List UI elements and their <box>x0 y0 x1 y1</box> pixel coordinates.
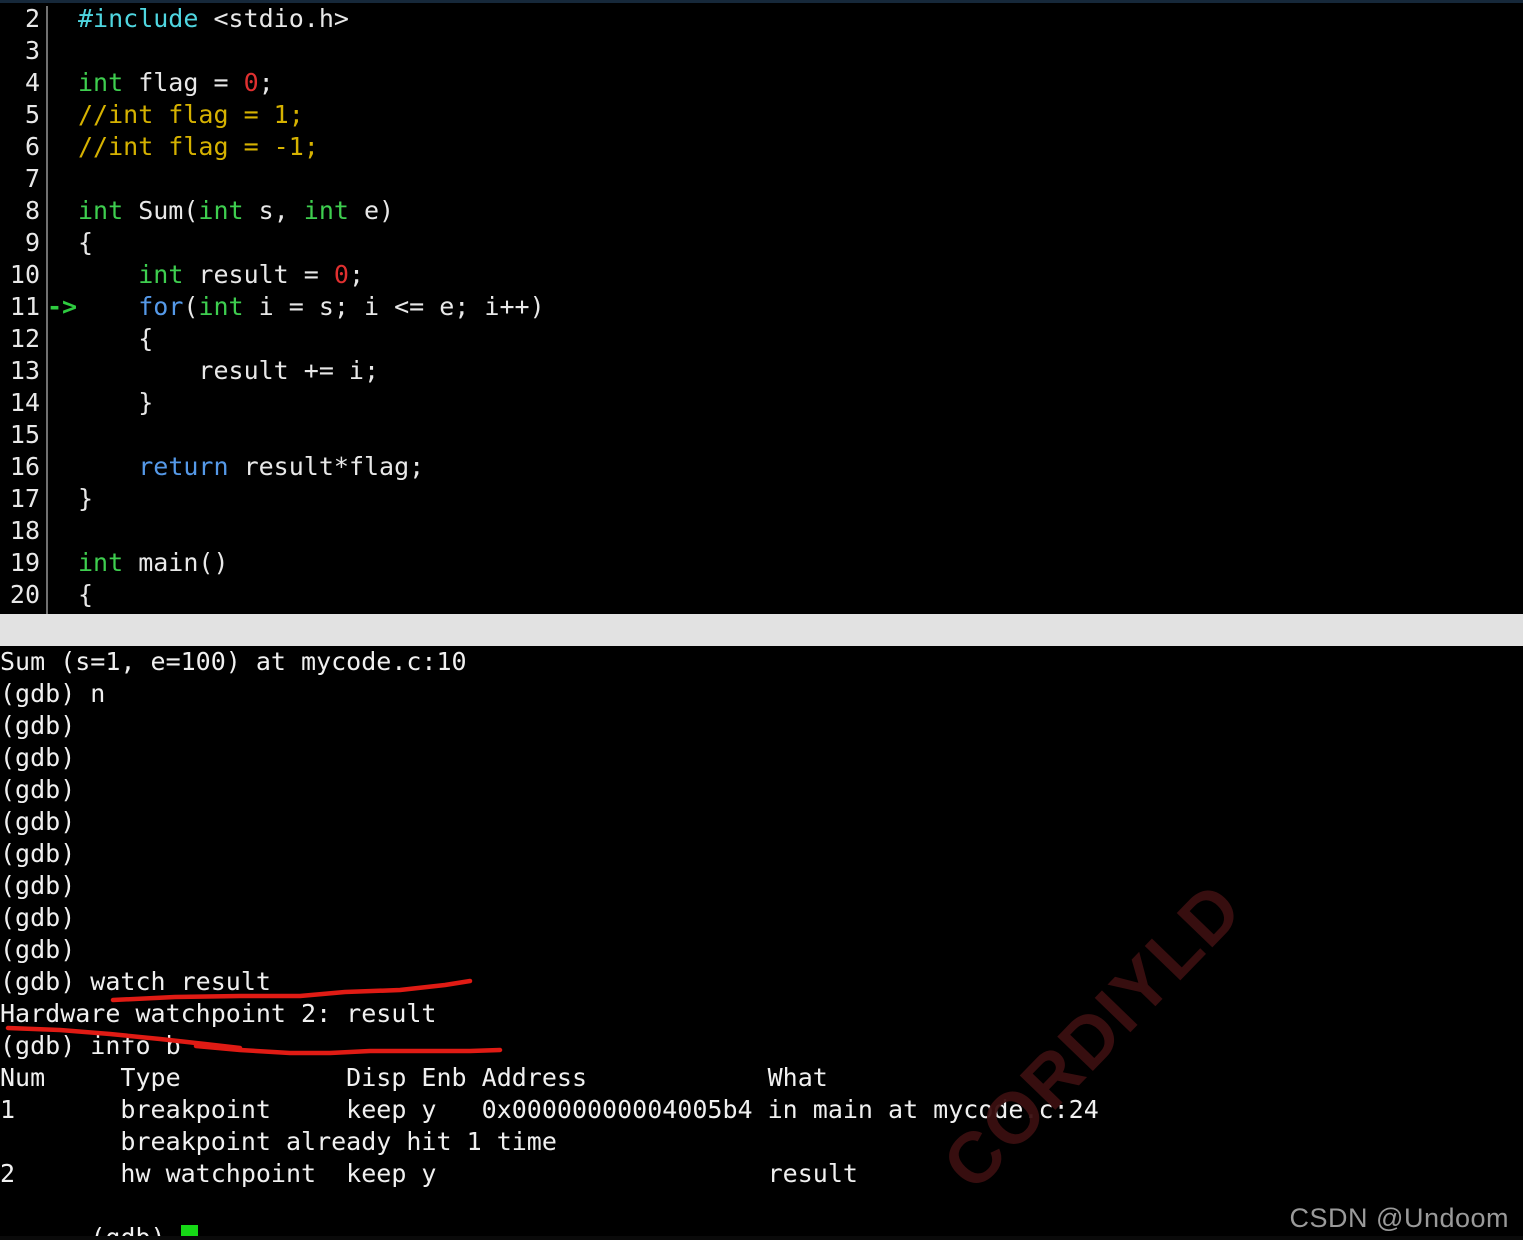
line-number: 4 <box>24 68 40 97</box>
line-number: 10 <box>9 260 40 289</box>
code-line-18: 18 <box>0 515 1523 547</box>
code-text: //int flag = 1; <box>78 100 304 129</box>
code-text: result += i; <box>78 356 380 385</box>
line-number: 19 <box>9 548 40 577</box>
line-number: 2 <box>24 4 40 33</box>
console-line: 1 breakpoint keep y 0x00000000004005b4 i… <box>0 1095 1099 1124</box>
line-number: 20 <box>9 580 40 609</box>
line-number: 13 <box>9 356 40 385</box>
line-number: 18 <box>9 516 40 545</box>
source-code-lines: 2 #include <stdio.h> 3 4 int flag = 0; 5 //int… <box>0 3 1523 611</box>
current-line-marker-icon: -> <box>47 292 78 321</box>
code-line-3: 3 <box>0 35 1523 67</box>
code-line-13: 13 result += i; <box>0 355 1523 387</box>
console-line: (gdb) watch result <box>0 967 271 996</box>
line-number: 16 <box>9 452 40 481</box>
console-line: Num Type Disp Enb Address What <box>0 1063 828 1092</box>
line-number: 11 <box>9 292 40 321</box>
code-line-6: 6 //int flag = -1; <box>0 131 1523 163</box>
console-line: Sum (s=1, e=100) at mycode.c:10 <box>0 647 467 676</box>
console-line: (gdb) <box>0 743 76 772</box>
code-text: int flag = 0; <box>78 68 274 97</box>
console-line: (gdb) info b <box>0 1031 181 1060</box>
code-line-7: 7 <box>0 163 1523 195</box>
code-line-9: 9{ <box>0 227 1523 259</box>
gdb-console-pane[interactable]: Sum (s=1, e=100) at mycode.c:10 (gdb) n (g… <box>0 646 1523 1240</box>
code-text: //int flag = -1; <box>78 132 319 161</box>
code-text: int main() <box>78 548 229 577</box>
line-number: 9 <box>24 228 40 257</box>
code-text: } <box>78 388 154 417</box>
console-line: (gdb) <box>0 807 76 836</box>
code-text: #include <stdio.h> <box>78 4 349 33</box>
line-number: 12 <box>9 324 40 353</box>
code-text: for(int i = s; i <= e; i++) <box>138 292 545 321</box>
code-line-4: 4 int flag = 0; <box>0 67 1523 99</box>
code-text: return result*flag; <box>138 452 425 481</box>
code-line-2: 2 #include <stdio.h> <box>0 3 1523 35</box>
console-line: (gdb) <box>0 711 76 740</box>
code-line-19: 19 int main() <box>0 547 1523 579</box>
code-line-8: 8 int Sum(int s, int e) <box>0 195 1523 227</box>
gdb-tui-window: 2 #include <stdio.h> 3 4 int flag = 0; 5 //int… <box>0 0 1523 1240</box>
code-line-12: 12 { <box>0 323 1523 355</box>
console-line: (gdb) <box>0 871 76 900</box>
console-line: (gdb) <box>0 935 76 964</box>
code-text: { <box>78 580 94 609</box>
code-text: { <box>78 324 154 353</box>
line-number: 8 <box>24 196 40 225</box>
line-number: 17 <box>9 484 40 513</box>
line-number: 5 <box>24 100 40 129</box>
source-code-pane[interactable]: 2 #include <stdio.h> 3 4 int flag = 0; 5 //int… <box>0 3 1523 617</box>
gdb-console-output: Sum (s=1, e=100) at mycode.c:10 (gdb) n (g… <box>0 646 1523 1190</box>
line-number: 6 <box>24 132 40 161</box>
code-line-17: 17} <box>0 483 1523 515</box>
code-text: } <box>78 484 94 513</box>
code-line-10: 10 int result = 0; <box>0 259 1523 291</box>
code-line-11: 11 -> for(int i = s; i <= e; i++) <box>0 291 1523 323</box>
line-number: 7 <box>24 164 40 193</box>
bottom-edge <box>0 1236 1523 1240</box>
console-line: (gdb) <box>0 839 76 868</box>
code-line-5: 5 //int flag = 1; <box>0 99 1523 131</box>
file-path-status-bar: /home/whb/code/code/merge_class/lesson11… <box>0 614 1523 646</box>
console-line: (gdb) n <box>0 679 106 708</box>
console-line: Hardware watchpoint 2: result <box>0 999 437 1028</box>
line-number: 15 <box>9 420 40 449</box>
code-text: int result = 0; <box>138 260 365 289</box>
console-line: breakpoint already hit 1 time <box>0 1127 557 1156</box>
console-line: 2 hw watchpoint keep y result <box>0 1159 858 1188</box>
code-line-20: 20 { <box>0 579 1523 611</box>
code-line-14: 14 } <box>0 387 1523 419</box>
code-text: int Sum(int s, int e) <box>78 196 395 225</box>
code-line-16: 16 return result*flag; <box>0 451 1523 483</box>
csdn-watermark: CSDN @Undoom <box>1289 1203 1509 1233</box>
code-line-15: 15 <box>0 419 1523 451</box>
line-number: 3 <box>24 36 40 65</box>
console-line: (gdb) <box>0 775 76 804</box>
console-line: (gdb) <box>0 903 76 932</box>
code-text: { <box>78 228 94 257</box>
line-number: 14 <box>9 388 40 417</box>
